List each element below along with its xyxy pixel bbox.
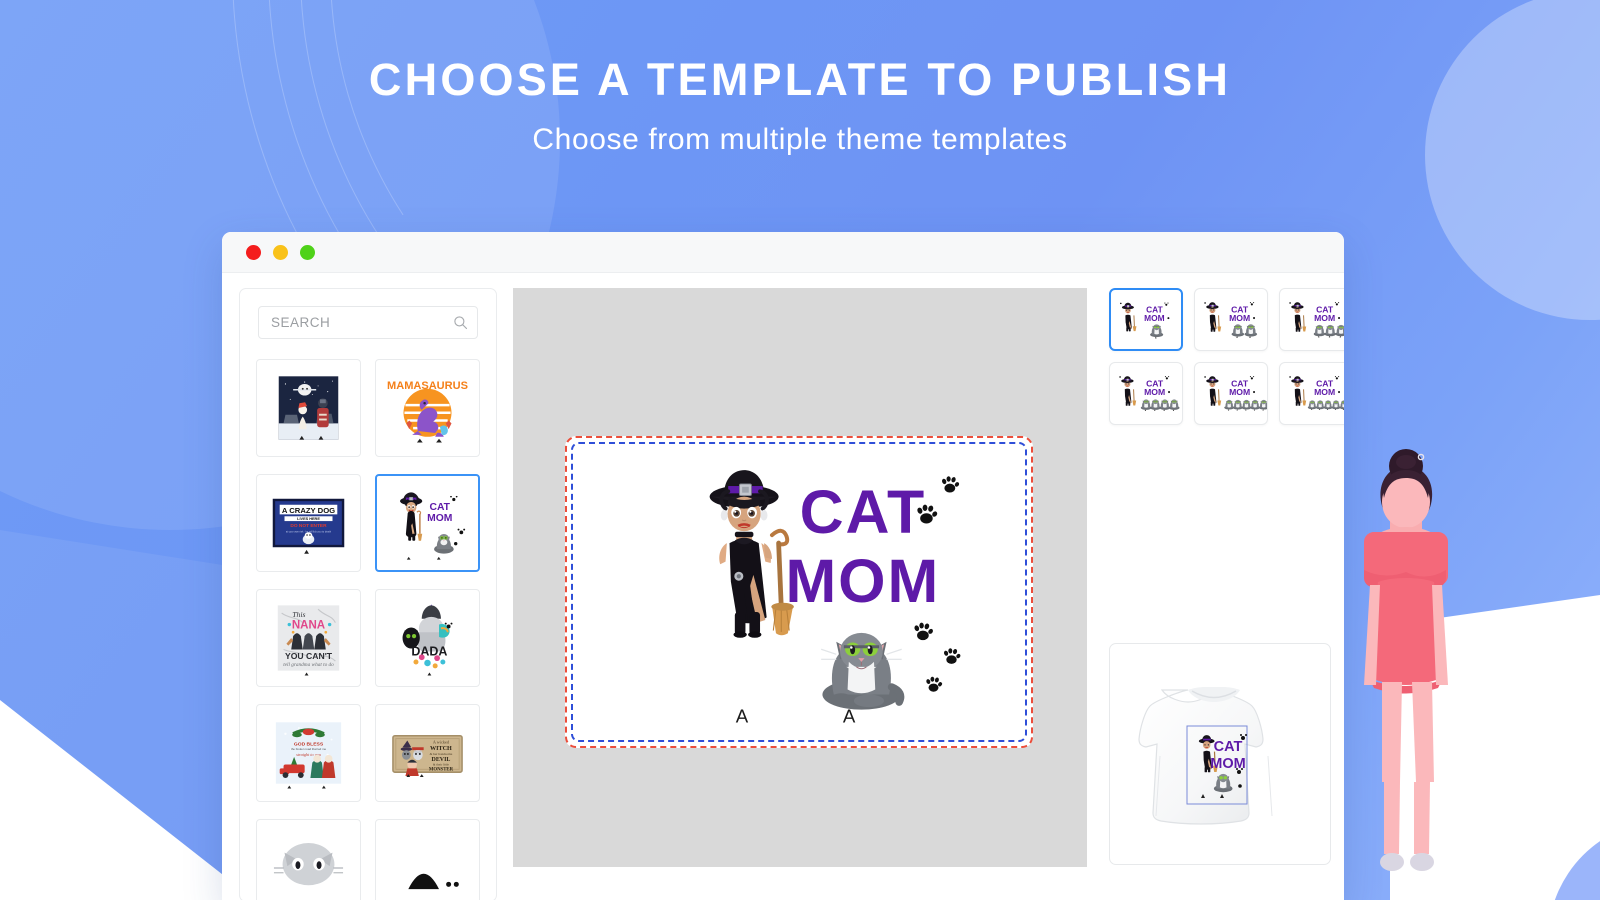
close-button[interactable] xyxy=(246,244,261,260)
template-thumbnail-cat-mom[interactable]: CAT MOM xyxy=(375,474,480,572)
design-canvas-workspace[interactable]: CAT MOM A A xyxy=(513,288,1087,867)
product-mockup-preview[interactable]: CAT MOM xyxy=(1109,643,1331,865)
variant-cat-mom-2-cats[interactable] xyxy=(1194,288,1268,351)
svg-text:NANA: NANA xyxy=(292,619,326,631)
template-thumbnail-partial-black-shape[interactable] xyxy=(375,819,480,900)
variant-cat-mom-6-cats[interactable] xyxy=(1279,362,1344,425)
search-container xyxy=(240,289,496,343)
search-icon xyxy=(454,316,468,330)
template-thumbnail-dada-gnome[interactable]: DADA xyxy=(375,589,480,687)
layer-label-2: A xyxy=(843,706,856,727)
page-title: CHOOSE A TEMPLATE TO PUBLISH xyxy=(368,54,1232,105)
variant-cat-mom-1-cat[interactable] xyxy=(1109,288,1183,351)
template-thumbnail-partial-cat-face[interactable] xyxy=(256,819,361,900)
variant-cat-mom-5-cats[interactable] xyxy=(1194,362,1268,425)
template-sidebar: MAMASAURUS xyxy=(239,288,497,900)
template-thumbnail-mamasaurus[interactable]: MAMASAURUS xyxy=(375,359,480,457)
artwork-heading-line-1: CAT xyxy=(800,478,927,546)
template-thumbnail-wicked-witch-doormat[interactable]: A wicked WITCH & her handsome DEVIL & th… xyxy=(375,704,480,802)
background-circle-right-bottom xyxy=(1548,820,1600,900)
model-figure xyxy=(1320,430,1480,900)
window-body: MAMASAURUS xyxy=(222,273,1344,900)
variant-cat-mom-3-cats[interactable] xyxy=(1279,288,1344,351)
app-window: MAMASAURUS xyxy=(222,232,1344,900)
page-subtitle: Choose from multiple theme templates xyxy=(532,123,1068,156)
svg-text:YOU CAN'T: YOU CAN'T xyxy=(285,651,333,661)
svg-text:MAMASAURUS: MAMASAURUS xyxy=(387,380,468,392)
variant-cat-mom-4-cats[interactable] xyxy=(1109,362,1183,425)
artwork-heading-line-2: MOM xyxy=(785,547,940,615)
svg-text:MOM: MOM xyxy=(1210,756,1245,772)
search-box[interactable] xyxy=(258,306,478,339)
variant-panel: CAT MOM xyxy=(1109,288,1344,900)
svg-text:MOM: MOM xyxy=(427,513,452,524)
template-thumbnail-list: MAMASAURUS A CRAZY DOG LIVES HERE DO NOT… xyxy=(240,343,496,900)
print-area-outer-border: CAT MOM A A xyxy=(565,436,1033,748)
svg-text:tell grandma what to do: tell grandma what to do xyxy=(283,662,334,668)
page-header: CHOOSE A TEMPLATE TO PUBLISH Choose from… xyxy=(0,0,1600,155)
template-thumbnail-this-nana[interactable]: This NANA YOU CAN'T tell grandma what to… xyxy=(256,589,361,687)
svg-text:& her handsome: & her handsome xyxy=(430,752,453,756)
svg-text:This: This xyxy=(292,610,305,619)
svg-text:A CRAZY DOG: A CRAZY DOG xyxy=(282,506,335,515)
svg-text:CAT: CAT xyxy=(429,502,450,513)
svg-text:& their little: & their little xyxy=(433,762,450,766)
svg-text:LIVES HERE: LIVES HERE xyxy=(297,517,320,521)
variant-grid xyxy=(1109,288,1344,425)
svg-text:the broken road that led me: the broken road that led me xyxy=(291,747,327,751)
cat-mom-artwork[interactable]: CAT MOM A A xyxy=(573,444,1025,740)
svg-text:DADA: DADA xyxy=(411,644,447,658)
window-titlebar xyxy=(222,232,1344,273)
search-input[interactable] xyxy=(271,315,453,330)
print-area-inner-border: CAT MOM A A xyxy=(571,442,1027,742)
minimize-button[interactable] xyxy=(273,244,288,260)
svg-text:A wicked: A wicked xyxy=(433,739,450,744)
svg-text:MONSTER: MONSTER xyxy=(429,767,454,772)
template-thumbnail-god-bless-christmas-truck[interactable]: GOD BLESS the broken road that led me st… xyxy=(256,704,361,802)
layer-label-1: A xyxy=(736,706,749,727)
template-thumbnail-a-crazy-dog[interactable]: A CRAZY DOG LIVES HERE DO NOT ENTER at y… xyxy=(256,474,361,572)
template-thumbnail-snowman-penguin-night[interactable] xyxy=(256,359,361,457)
maximize-button[interactable] xyxy=(300,244,315,260)
svg-text:DO NOT ENTER: DO NOT ENTER xyxy=(290,523,327,529)
svg-text:CAT: CAT xyxy=(1214,739,1243,755)
